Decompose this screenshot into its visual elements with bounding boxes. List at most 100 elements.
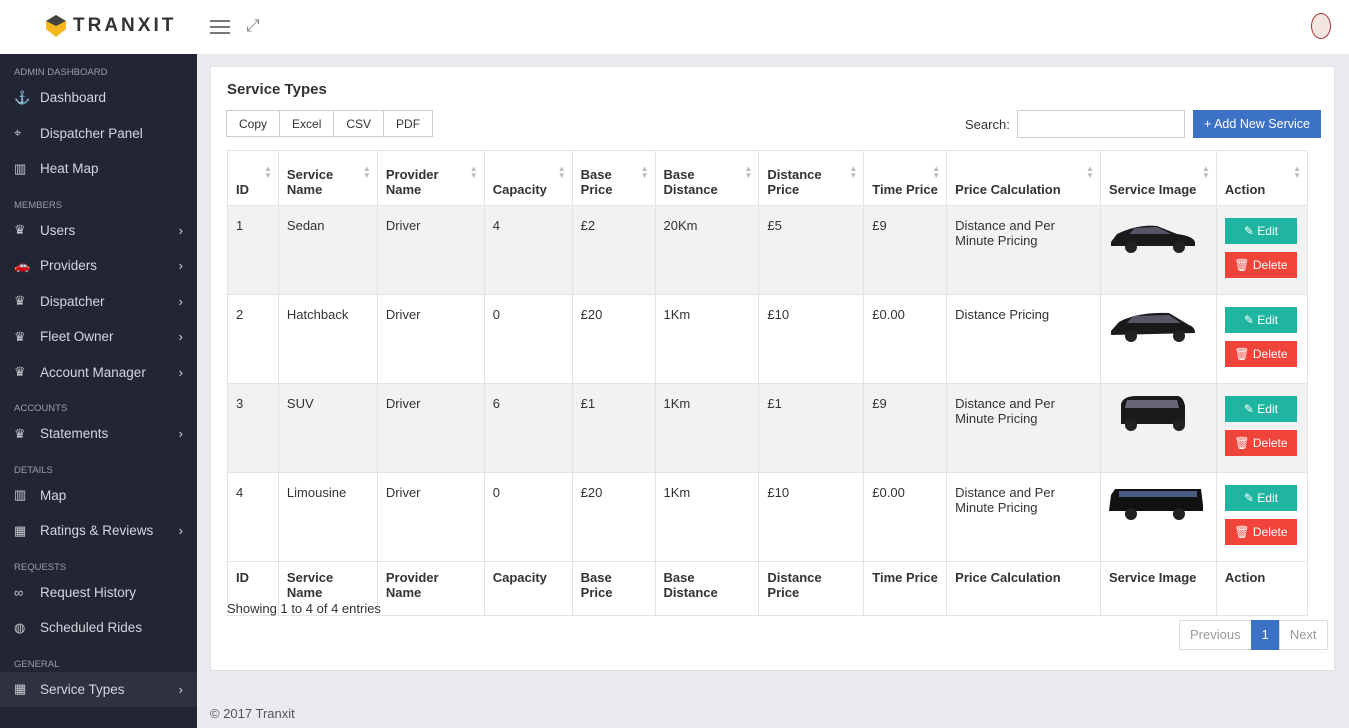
sort-icon: ▲ ▼: [1293, 164, 1301, 180]
fullscreen-icon[interactable]: ⤢: [246, 16, 260, 36]
sidebar-item-dispatcher-panel[interactable]: ⌖ Dispatcher Panel: [0, 116, 197, 152]
column-footer: Action: [1215, 561, 1309, 616]
sidebar-section-title: GENERAL: [14, 658, 60, 670]
export-excel-button[interactable]: Excel: [279, 110, 335, 137]
logo-icon: [46, 15, 66, 37]
sidebar-item-fleet-owner[interactable]: ♛ Fleet Owner ›: [0, 319, 197, 355]
column-header-label: Service Name: [286, 167, 334, 197]
table-row: 4 Limousine Driver 0 £20 1Km £10 £0.00 Distance …: [227, 472, 1309, 562]
delete-button[interactable]: 🗑 Delete: [1224, 519, 1297, 545]
sidebar-item-request-history[interactable]: ∞ Request History: [0, 575, 197, 611]
sidebar-item-statements[interactable]: ♛ Statements ›: [0, 416, 197, 452]
sidebar-item-label: Request History: [40, 584, 137, 600]
service-image: [1099, 383, 1217, 473]
cell-calc: Distance and Per Minute Pricing: [946, 383, 1101, 473]
cell-name: SUV: [277, 383, 378, 473]
column-header[interactable]: Action ▲ ▼: [1215, 150, 1309, 206]
sidebar-item-label: Heat Map: [40, 161, 99, 177]
export-pdf-button[interactable]: PDF: [383, 110, 434, 137]
sidebar-section-title: REQUESTS: [14, 561, 67, 573]
sort-icon: ▲ ▼: [362, 164, 371, 180]
edit-button[interactable]: ✎ Edit: [1224, 485, 1297, 511]
delete-button[interactable]: 🗑 Delete: [1224, 252, 1297, 278]
edit-button[interactable]: ✎ Edit: [1224, 307, 1297, 333]
column-header[interactable]: Provider Name ▲ ▼: [376, 150, 485, 206]
column-header[interactable]: Service Name ▲ ▼: [277, 150, 378, 206]
sort-icon: ▲ ▼: [932, 164, 941, 180]
sidebar-item-label: Account Manager: [40, 364, 146, 380]
sidebar-item-label: Service Types: [40, 681, 125, 697]
anchor-icon: ⚓: [14, 89, 31, 105]
sedan-car-image: [1110, 225, 1195, 253]
map-icon: ▥: [14, 487, 27, 503]
sidebar-item-label: Dispatcher: [40, 293, 105, 309]
sort-icon: ▲ ▼: [1202, 164, 1210, 180]
column-header[interactable]: ID ▲ ▼: [227, 150, 279, 206]
delete-button[interactable]: 🗑 Delete: [1224, 430, 1297, 456]
brand-logo[interactable]: TRANXIT: [45, 14, 176, 38]
column-header[interactable]: Capacity ▲ ▼: [483, 150, 573, 206]
infinity-icon: ∞: [14, 584, 24, 600]
sidebar-section-title: ACCOUNTS: [14, 403, 68, 414]
chevron-right-icon: ›: [178, 329, 183, 345]
sidebar-item-heat-map[interactable]: ▥ Heat Map: [0, 151, 197, 187]
edit-button[interactable]: ✎ Edit: [1224, 218, 1297, 244]
next-button[interactable]: Next: [1278, 620, 1328, 650]
add-new-service-button[interactable]: + Add New Service: [1193, 110, 1321, 138]
sidebar-item-label: Fleet Owner: [40, 329, 114, 345]
sidebar-section-title: MEMBERS: [14, 199, 63, 211]
cell-provider: Driver: [376, 205, 485, 295]
column-header-label: Service Image: [1108, 182, 1197, 197]
previous-button[interactable]: Previous: [1179, 620, 1252, 650]
grid-icon: ▦: [14, 522, 27, 538]
action-cell: ✎ Edit 🗑 Delete: [1215, 294, 1309, 384]
page-1-button[interactable]: 1: [1250, 620, 1280, 650]
column-footer: Provider Name: [376, 561, 485, 616]
sidebar-item-account-manager[interactable]: ♛ Account Manager ›: [0, 355, 197, 391]
cell-base-distance: 1Km: [654, 383, 760, 473]
sidebar-item-map[interactable]: ▥ Map: [0, 478, 197, 514]
cell-capacity: 6: [483, 383, 573, 473]
sidebar-item-dispatcher[interactable]: ♛ Dispatcher ›: [0, 284, 197, 320]
cell-provider: Driver: [376, 383, 485, 473]
sidebar-item-users[interactable]: ♛ Users ›: [0, 213, 197, 249]
cell-time-price: £0.00: [863, 294, 948, 384]
column-header[interactable]: Price Calculation ▲ ▼: [946, 150, 1101, 206]
table-row: 2 Hatchback Driver 0 £20 1Km £10 £0.00 Distance …: [227, 294, 1309, 384]
cell-name: Sedan: [277, 205, 378, 295]
column-header[interactable]: Time Price ▲ ▼: [863, 150, 948, 206]
cell-base-distance: 1Km: [654, 294, 760, 384]
column-header[interactable]: Base Price ▲ ▼: [571, 150, 656, 206]
column-header-label: Distance Price: [767, 167, 822, 197]
avatar[interactable]: [1311, 13, 1331, 39]
sort-icon: ▲ ▼: [469, 164, 478, 180]
delete-button[interactable]: 🗑 Delete: [1224, 341, 1297, 367]
crown-icon: ♛: [14, 425, 26, 441]
cell-calc: Distance Pricing: [946, 294, 1101, 384]
column-header[interactable]: Distance Price ▲ ▼: [758, 150, 865, 206]
column-footer: Base Price: [571, 561, 656, 616]
edit-button[interactable]: ✎ Edit: [1224, 396, 1297, 422]
menu-toggle-icon[interactable]: [210, 20, 230, 38]
export-copy-button[interactable]: Copy: [226, 110, 281, 137]
cell-time-price: £9: [863, 383, 948, 473]
chevron-right-icon: ›: [178, 681, 183, 697]
service-image: [1099, 472, 1217, 562]
crown-icon: ♛: [14, 293, 26, 309]
sort-icon: ▲ ▼: [849, 164, 858, 180]
column-header[interactable]: Service Image ▲ ▼: [1099, 150, 1217, 206]
column-header-label: Base Price: [580, 167, 613, 197]
sidebar-item-dashboard[interactable]: ⚓ Dashboard: [0, 80, 197, 116]
cell-capacity: 0: [483, 472, 573, 562]
cell-time-price: £0.00: [863, 472, 948, 562]
column-footer: Price Calculation: [946, 561, 1101, 616]
sidebar-item-providers[interactable]: 🚗 Providers ›: [0, 248, 197, 284]
sidebar-item-ratings-reviews[interactable]: ▦ Ratings & Reviews ›: [0, 513, 197, 549]
export-csv-button[interactable]: CSV: [333, 110, 385, 137]
sidebar-item-service-types[interactable]: ▦ Service Types ›: [0, 671, 197, 707]
column-header[interactable]: Base Distance ▲ ▼: [654, 150, 760, 206]
cell-base-distance: 1Km: [654, 472, 760, 562]
sort-icon: ▲ ▼: [264, 164, 272, 180]
search-input[interactable]: [1016, 110, 1185, 138]
sidebar-item-scheduled-rides[interactable]: ◍ Scheduled Rides: [0, 610, 197, 646]
